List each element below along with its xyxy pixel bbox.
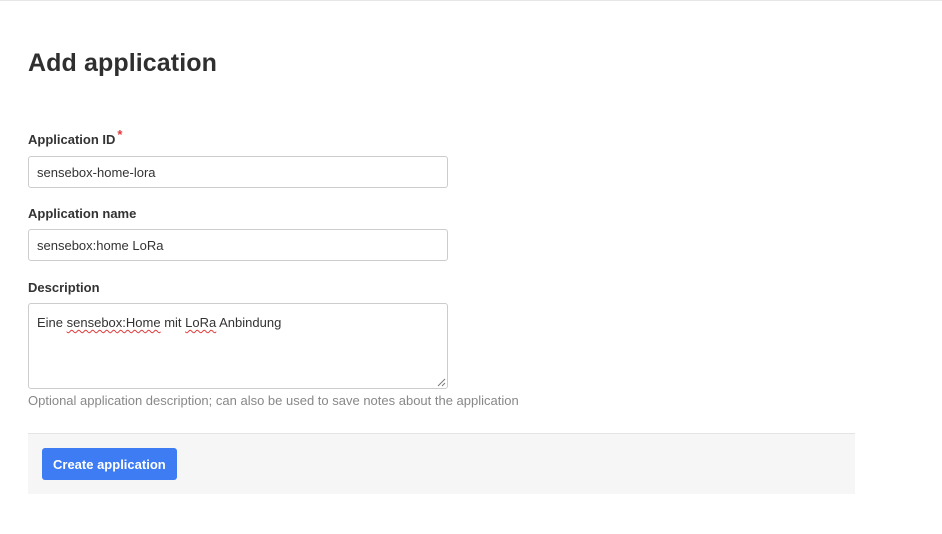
description-text-part-misspelled: sensebox:Home bbox=[66, 315, 161, 330]
create-application-button[interactable]: Create application bbox=[42, 448, 177, 480]
add-application-page: Add application Application ID* Applicat… bbox=[0, 0, 942, 534]
form-action-bar: Create application bbox=[28, 433, 855, 494]
application-id-label-text: Application ID bbox=[28, 132, 116, 147]
resize-handle-icon[interactable] bbox=[437, 378, 446, 387]
description-text-part: Eine bbox=[37, 315, 67, 330]
description-text-part-misspelled: LoRa bbox=[185, 315, 217, 330]
description-hint: Optional application description; can al… bbox=[28, 393, 519, 408]
description-text-part: Anbindung bbox=[216, 315, 282, 330]
description-label: Description bbox=[28, 280, 100, 295]
application-name-label: Application name bbox=[28, 206, 137, 221]
description-text-part: mit bbox=[160, 315, 186, 330]
application-id-label: Application ID * bbox=[28, 127, 122, 147]
required-marker: * bbox=[117, 127, 123, 142]
page-title: Add application bbox=[28, 49, 217, 77]
description-textarea[interactable]: Eine sensebox:Home mit LoRa Anbindung bbox=[28, 303, 448, 389]
application-name-input[interactable] bbox=[28, 229, 448, 261]
application-id-input[interactable] bbox=[28, 156, 448, 188]
